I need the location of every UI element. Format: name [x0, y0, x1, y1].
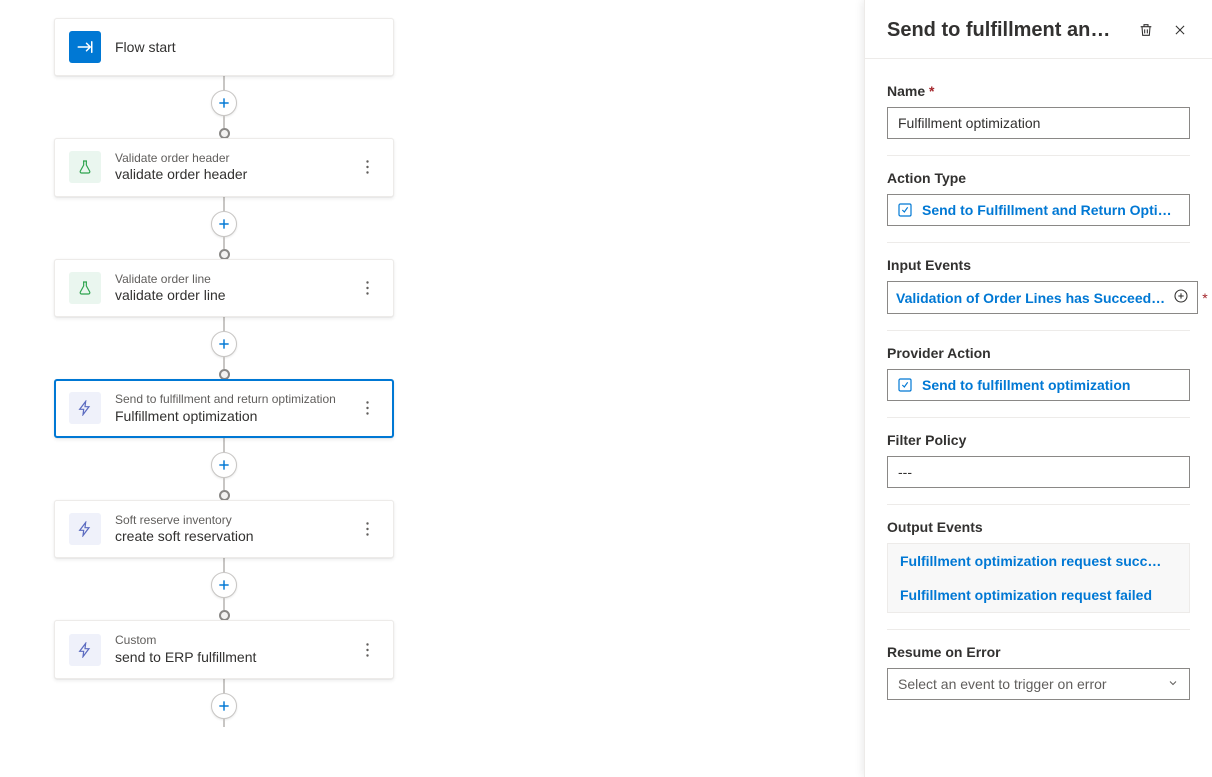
- add-step-button[interactable]: [211, 572, 237, 598]
- output-event-item[interactable]: Fulfillment optimization request succ…: [888, 544, 1189, 578]
- resume-on-error-select[interactable]: Select an event to trigger on error: [887, 668, 1190, 700]
- bolt-icon: [69, 392, 101, 424]
- delete-button[interactable]: [1132, 16, 1160, 44]
- flow-step-soft-reservation[interactable]: Soft reserve inventory create soft reser…: [54, 500, 394, 559]
- step-more-button[interactable]: [355, 638, 379, 662]
- flow-connector: [211, 679, 237, 727]
- step-name-label: create soft reservation: [115, 527, 355, 545]
- resume-on-error-label: Resume on Error: [887, 644, 1190, 660]
- step-type-label: Validate order header: [115, 151, 355, 165]
- filter-policy-input[interactable]: [887, 456, 1190, 488]
- bolt-icon: [69, 634, 101, 666]
- output-events-list: Fulfillment optimization request succ… F…: [887, 543, 1190, 613]
- step-name-label: validate order header: [115, 165, 355, 183]
- output-events-label: Output Events: [887, 519, 1190, 535]
- action-type-label: Action Type: [887, 170, 1190, 186]
- action-type-value: Send to Fulfillment and Return Optimiza…: [922, 202, 1181, 218]
- flask-icon: [69, 272, 101, 304]
- close-button[interactable]: [1166, 16, 1194, 44]
- input-events-label: Input Events: [887, 257, 1190, 273]
- add-step-button[interactable]: [211, 452, 237, 478]
- flow-canvas[interactable]: Flow start Validate order header validat…: [0, 0, 864, 777]
- input-events-picker[interactable]: Validation of Order Lines has Succeed…: [887, 281, 1198, 314]
- action-type-icon: [896, 201, 914, 219]
- flow-step-send-erp[interactable]: Custom send to ERP fulfillment: [54, 620, 394, 679]
- action-type-picker[interactable]: Send to Fulfillment and Return Optimiza…: [887, 194, 1190, 226]
- flow-connector: [211, 438, 237, 500]
- flow-start-icon: [69, 31, 101, 63]
- step-more-button[interactable]: [355, 396, 379, 420]
- provider-action-icon: [896, 376, 914, 394]
- add-input-event-button[interactable]: [1173, 288, 1189, 307]
- bolt-icon: [69, 513, 101, 545]
- step-type-label: Soft reserve inventory: [115, 513, 355, 527]
- flow-start-label: Flow start: [115, 38, 379, 56]
- step-type-label: Validate order line: [115, 272, 355, 286]
- flask-icon: [69, 151, 101, 183]
- required-indicator: *: [1202, 290, 1207, 306]
- panel-header: Send to fulfillment an…: [865, 0, 1212, 59]
- name-input[interactable]: [887, 107, 1190, 139]
- panel-title: Send to fulfillment an…: [887, 19, 1126, 42]
- step-more-button[interactable]: [355, 517, 379, 541]
- provider-action-picker[interactable]: Send to fulfillment optimization: [887, 369, 1190, 401]
- provider-action-label: Provider Action: [887, 345, 1190, 361]
- provider-action-value: Send to fulfillment optimization: [922, 377, 1181, 393]
- flow-column: Flow start Validate order header validat…: [54, 18, 394, 727]
- input-events-value: Validation of Order Lines has Succeed…: [896, 290, 1165, 306]
- add-step-button[interactable]: [211, 331, 237, 357]
- step-type-label: Send to fulfillment and return optimizat…: [115, 392, 355, 406]
- name-label: Name: [887, 83, 1190, 99]
- flow-connector: [211, 317, 237, 379]
- flow-step-validate-header[interactable]: Validate order header validate order hea…: [54, 138, 394, 197]
- step-name-label: send to ERP fulfillment: [115, 648, 355, 666]
- step-more-button[interactable]: [355, 276, 379, 300]
- flow-connector: [211, 558, 237, 620]
- flow-connector: [211, 197, 237, 259]
- filter-policy-label: Filter Policy: [887, 432, 1190, 448]
- output-event-item[interactable]: Fulfillment optimization request failed: [888, 578, 1189, 612]
- flow-step-fulfillment-optimization[interactable]: Send to fulfillment and return optimizat…: [54, 379, 394, 438]
- flow-connector: [211, 76, 237, 138]
- flow-start-node[interactable]: Flow start: [54, 18, 394, 76]
- chevron-down-icon: [1167, 676, 1179, 692]
- panel-body: Name Action Type Send to Fulfillment and…: [865, 59, 1212, 777]
- step-type-label: Custom: [115, 633, 355, 647]
- details-panel: Send to fulfillment an… Name Action Type…: [864, 0, 1212, 777]
- step-name-label: validate order line: [115, 286, 355, 304]
- flow-step-validate-line[interactable]: Validate order line validate order line: [54, 259, 394, 318]
- step-more-button[interactable]: [355, 155, 379, 179]
- resume-placeholder: Select an event to trigger on error: [898, 676, 1107, 692]
- add-step-button[interactable]: [211, 211, 237, 237]
- add-step-button[interactable]: [211, 693, 237, 719]
- step-name-label: Fulfillment optimization: [115, 407, 355, 425]
- add-step-button[interactable]: [211, 90, 237, 116]
- connector-dot-icon: [219, 249, 230, 260]
